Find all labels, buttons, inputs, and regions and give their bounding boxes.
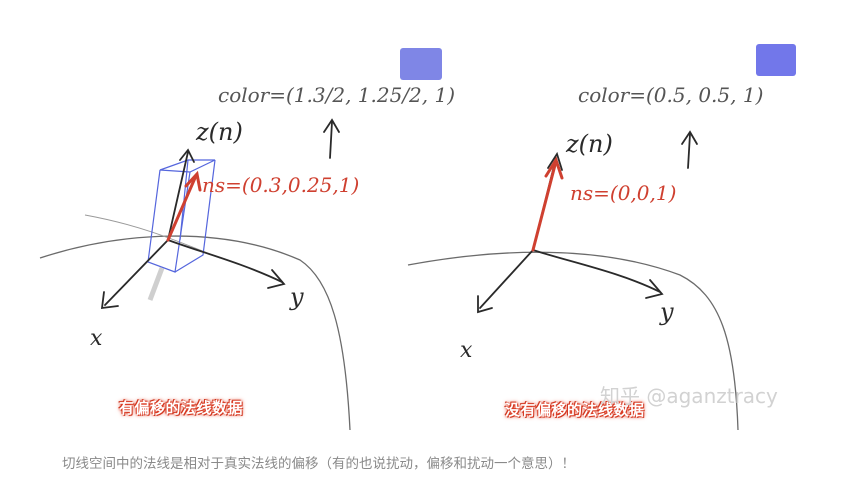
left-color-label: color=(1.3/2, 1.25/2, 1) [218,83,455,107]
right-z-axis-label: z(n) [565,130,613,158]
right-normal-label: ns=(0,0,1) [570,181,676,205]
right-axes [477,151,664,314]
left-x-axis-label: x [90,326,103,351]
normal-map-diagram: color=(1.3/2, 1.25/2, 1) z(n) ns=(0.3,0.… [0,0,843,440]
left-normal-arrow [166,170,202,242]
left-color-swatch [400,48,442,80]
left-y-axis-label: y [289,283,304,311]
left-shading [147,267,165,301]
right-x-axis-label: x [460,338,473,363]
left-z-axis-label: z(n) [195,118,243,146]
figure-caption: 切线空间中的法线是相对于真实法线的偏移（有的也说扰动，偏移和扰动一个意思）！ [62,456,575,472]
left-normal-label: ns=(0.3,0.25,1) [202,173,359,197]
right-y-axis-label: y [659,298,674,326]
right-color-label: color=(0.5, 0.5, 1) [578,83,763,107]
right-up-arrow [681,130,698,169]
watermark: 知乎 @aganztracy [600,384,778,408]
right-color-swatch [756,44,796,76]
left-panel-title: 有偏移的法线数据 [119,399,244,417]
left-up-arrow [323,118,340,159]
right-normal-arrow [531,156,564,252]
diagram-canvas: color=(1.3/2, 1.25/2, 1) z(n) ns=(0.3,0.… [39,44,796,431]
